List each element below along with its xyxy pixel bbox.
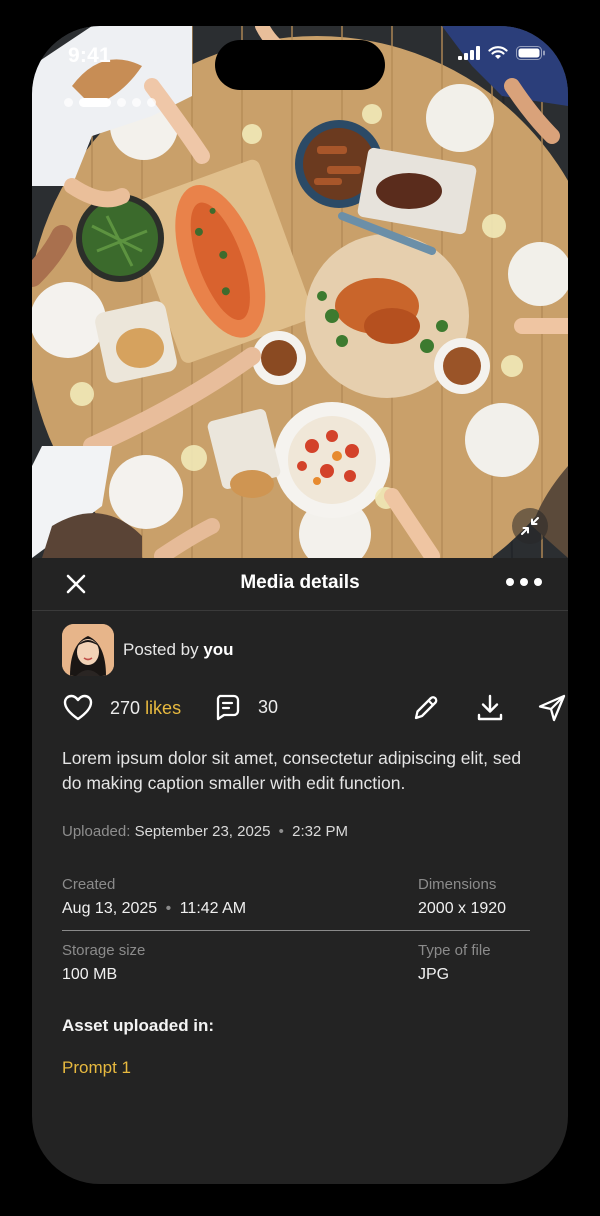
created-date: Aug 13, 2025 xyxy=(62,900,158,917)
dimensions-label: Dimensions xyxy=(418,876,497,893)
signal-icon xyxy=(458,46,480,60)
carousel-dot[interactable] xyxy=(64,98,73,107)
wifi-icon xyxy=(488,46,508,59)
pencil-icon xyxy=(414,696,438,720)
details-header: Media details xyxy=(32,558,568,611)
likes-label: likes xyxy=(145,697,182,718)
created-time: 11:42 AM xyxy=(179,900,247,917)
avatar[interactable] xyxy=(62,624,114,676)
uploaded-info: Uploaded: September 23, 2025 • 2:32 PM xyxy=(62,823,348,840)
likes-count: 270 xyxy=(110,697,141,718)
carousel-dot-active[interactable] xyxy=(79,98,111,107)
edit-button[interactable] xyxy=(410,692,442,724)
posted-by: Posted by you xyxy=(123,640,234,660)
battery-icon xyxy=(516,46,545,60)
send-icon xyxy=(538,694,566,722)
comments-count: 30 xyxy=(258,696,279,717)
comments-button[interactable]: 30 xyxy=(212,692,278,722)
storage-value: 100 MB xyxy=(62,966,118,983)
status-time: 9:41 xyxy=(68,44,111,67)
action-bar: 270 likes 30 xyxy=(62,692,566,726)
page-title: Media details xyxy=(240,572,360,593)
more-options-button[interactable] xyxy=(506,574,542,590)
more-icon xyxy=(506,578,514,586)
posted-by-name[interactable]: you xyxy=(203,640,233,659)
avatar-image xyxy=(62,624,114,676)
asset-heading: Asset uploaded in: xyxy=(62,1016,215,1035)
download-icon xyxy=(477,694,503,721)
uploaded-time: 2:32 PM xyxy=(292,823,348,840)
share-button[interactable] xyxy=(536,692,568,724)
collapse-icon xyxy=(521,517,539,535)
created-label: Created xyxy=(62,876,116,893)
dimensions-value: 2000 x 1920 xyxy=(418,900,507,917)
like-button[interactable]: 270 likes xyxy=(62,692,181,724)
comment-icon xyxy=(216,694,240,721)
carousel-dot[interactable] xyxy=(132,98,141,107)
carousel-dot[interactable] xyxy=(117,98,126,107)
media-photo[interactable]: 9:41 xyxy=(32,26,568,558)
uploaded-date: September 23, 2025 xyxy=(134,823,271,840)
uploaded-label: Uploaded: xyxy=(62,823,131,840)
collapse-button[interactable] xyxy=(512,508,548,544)
poster-row: Posted by you xyxy=(62,624,234,676)
created-value: Aug 13, 2025 • 11:42 AM xyxy=(62,900,246,918)
heart-icon xyxy=(63,694,93,721)
dynamic-island xyxy=(215,40,385,90)
phone-screen: 9:41 Media details Posted by you 270 lik… xyxy=(32,26,568,1184)
caption: Lorem ipsum dolor sit amet, consectetur … xyxy=(62,748,522,793)
created-separator: • xyxy=(165,900,172,917)
carousel-dot[interactable] xyxy=(147,98,156,107)
download-button[interactable] xyxy=(474,692,506,724)
status-icons xyxy=(458,46,546,60)
storage-label: Storage size xyxy=(62,942,146,959)
details-divider xyxy=(62,930,530,931)
uploaded-separator: • xyxy=(278,823,284,840)
asset-prompt-link[interactable]: Prompt 1 xyxy=(62,1058,131,1078)
carousel-indicator[interactable] xyxy=(64,98,156,107)
filetype-value: JPG xyxy=(418,966,450,983)
filetype-label: Type of file xyxy=(418,942,491,959)
posted-by-label: Posted by xyxy=(123,640,199,659)
